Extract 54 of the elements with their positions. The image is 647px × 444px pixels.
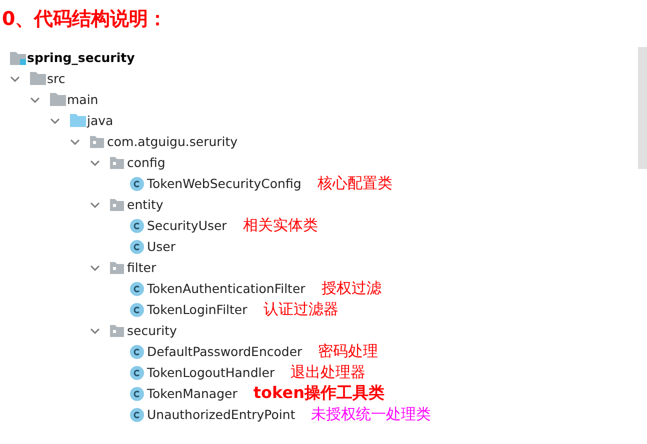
tree-item[interactable]: TokenAuthenticationFilter [147, 281, 306, 296]
tree-item[interactable]: TokenLogoutHandler [147, 365, 275, 380]
tree-item[interactable]: security [127, 323, 177, 338]
expand-chevron-icon[interactable] [70, 138, 80, 144]
class-icon [130, 240, 144, 254]
tree-item[interactable]: User [147, 239, 176, 254]
tree-item[interactable]: DefaultPasswordEncoder [147, 344, 302, 359]
package-icon [110, 262, 124, 274]
folder-icon [50, 93, 66, 106]
expand-chevron-icon[interactable] [90, 160, 100, 166]
package-icon [110, 324, 124, 336]
module-folder-icon [10, 50, 26, 64]
tree-item[interactable]: config [127, 155, 166, 170]
tree-item[interactable]: SecurityUser [147, 218, 227, 233]
folder-icon [30, 72, 46, 85]
scrollbar-thumb[interactable] [638, 47, 647, 169]
tree-item[interactable]: com.atguigu.serurity [107, 134, 238, 149]
annotation-note: 密码处理 [318, 342, 378, 361]
package-icon [90, 136, 104, 148]
annotation-note: 未授权统一处理类 [311, 405, 432, 424]
class-icon [130, 218, 144, 232]
annotation-note: 认证过滤器 [263, 300, 338, 319]
annotation-note: token操作工具类 [253, 383, 384, 404]
tree-item[interactable]: main [67, 92, 98, 107]
tree-item[interactable]: src [47, 71, 66, 86]
package-icon [110, 198, 124, 210]
package-icon [110, 156, 124, 168]
tree-item[interactable]: TokenManager [147, 386, 238, 401]
tree-item[interactable]: spring_security [27, 50, 135, 65]
annotation-note: 退出处理器 [290, 363, 366, 382]
expand-chevron-icon[interactable] [90, 264, 100, 270]
tree-item[interactable]: TokenWebSecurityConfig [147, 176, 302, 191]
tree-item[interactable]: TokenLoginFilter [147, 302, 248, 317]
class-icon [130, 386, 144, 400]
expand-chevron-icon[interactable] [50, 118, 60, 124]
annotation-note: 相关实体类 [242, 216, 318, 235]
annotation-note: 授权过滤 [321, 279, 382, 298]
expand-chevron-icon[interactable] [30, 96, 40, 102]
class-icon [130, 302, 144, 316]
expand-chevron-icon[interactable] [90, 328, 100, 334]
class-icon [130, 344, 144, 358]
tree-item[interactable]: entity [127, 197, 164, 212]
page-heading: 0、代码结构说明： [2, 7, 168, 32]
class-icon [130, 176, 144, 190]
class-icon [130, 366, 144, 380]
class-icon [130, 408, 144, 422]
tree-item[interactable]: UnauthorizedEntryPoint [147, 407, 296, 422]
class-icon [130, 282, 144, 296]
expand-chevron-icon[interactable] [90, 202, 100, 208]
folder-icon [70, 114, 86, 127]
annotation-note: 核心配置类 [317, 174, 392, 193]
tree-item[interactable]: filter [127, 260, 156, 275]
tree-item[interactable]: java [87, 113, 114, 128]
expand-chevron-icon[interactable] [10, 76, 20, 82]
